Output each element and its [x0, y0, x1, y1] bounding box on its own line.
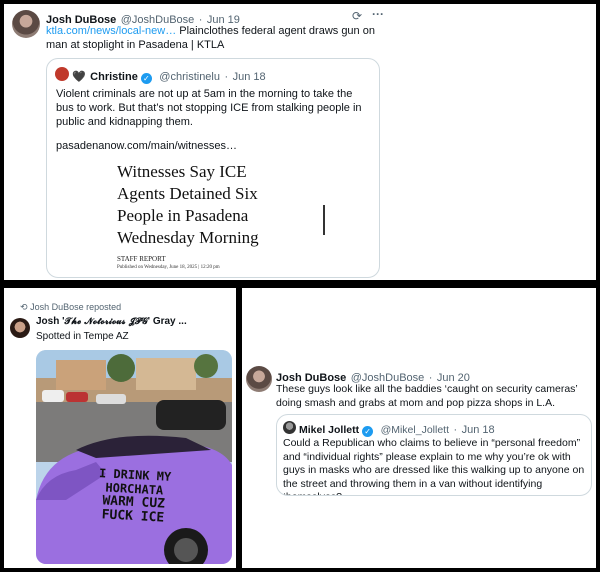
quote-link[interactable]: pasadenanow.com/main/witnesses… — [56, 139, 237, 153]
article-byline: STAFF REPORT — [117, 255, 166, 263]
more-icon[interactable]: ··· — [372, 7, 384, 21]
separator: · — [453, 424, 458, 436]
quote-date: Jun 18 — [461, 424, 495, 436]
article-published: Published on Wednesday, June 18, 2025 | … — [117, 265, 220, 270]
quote-author-handle: @Mikel_Jollett — [380, 424, 449, 436]
quote-avatar — [283, 421, 296, 434]
avatar[interactable] — [246, 366, 272, 392]
quote-text: Violent criminals are not up at 5am in t… — [56, 88, 362, 128]
tweet-text: Spotted in Tempe AZ — [36, 331, 129, 342]
separator: · — [224, 71, 229, 83]
heart-icon: 🖤 — [72, 71, 86, 83]
article-link[interactable]: ktla.com/news/local-new… — [46, 25, 176, 37]
tweet-text: ktla.com/news/local-new… Plainclothes fe… — [46, 25, 375, 51]
car-decal-text: I DRINK MY HORCHATA WARM CUZ FUCK ICE — [98, 466, 172, 526]
quote-avatar — [55, 67, 69, 81]
quote-header: 🖤 Christine ✓ @christinelu · Jun 18 — [72, 67, 266, 85]
author-name[interactable]: Josh '𝓣𝓱𝓮 𝓝𝓸𝓽𝓸𝓻𝓲𝓸𝓾𝓼 𝓙𝓟𝓖' Gray ... — [36, 316, 187, 327]
repost-icon: ⟲ — [20, 302, 28, 312]
verified-icon: ✓ — [362, 426, 374, 437]
grok-icon[interactable]: ⟳ — [352, 9, 362, 23]
repost-indicator: ⟲ Josh DuBose reposted — [20, 302, 121, 313]
quote-author-handle: @christinelu — [159, 71, 220, 83]
text-cursor — [323, 205, 325, 235]
quote-date: Jun 18 — [232, 71, 266, 83]
verified-icon: ✓ — [140, 73, 152, 84]
tweet-2[interactable]: ⟲ Josh DuBose reposted Josh '𝓣𝓱𝓮 𝓝𝓸𝓽𝓸𝓻𝓲𝓸… — [4, 288, 236, 568]
article-headline: Witnesses Say ICE Agents Detained Six Pe… — [117, 162, 259, 247]
repost-label[interactable]: Josh DuBose reposted — [30, 302, 121, 312]
tweet-1[interactable]: Josh DuBose @JoshDuBose · Jun 19 ⟳ ··· k… — [4, 4, 596, 280]
tweet-photo[interactable]: I DRINK MY HORCHATA WARM CUZ FUCK ICE — [36, 350, 232, 564]
quoted-tweet[interactable]: 🖤 Christine ✓ @christinelu · Jun 18 Viole… — [46, 58, 380, 278]
avatar[interactable] — [10, 318, 30, 338]
quote-author-name: Mikel Jollett — [299, 424, 360, 436]
quote-text: Could a Republican who claims to believe… — [283, 437, 585, 495]
quote-author-name: Christine — [90, 71, 138, 83]
tweet-3[interactable]: Josh DuBose @JoshDuBose · Jun 20 These g… — [242, 288, 596, 568]
quoted-tweet[interactable]: Mikel Jollett ✓ @Mikel_Jollett · Jun 18 C… — [276, 414, 592, 496]
tweet-text: These guys look like all the baddies ‘ca… — [276, 383, 578, 409]
avatar[interactable] — [12, 10, 40, 38]
article-preview-image[interactable]: Witnesses Say ICE Agents Detained Six Pe… — [117, 161, 317, 270]
quote-header: Mikel Jollett ✓ @Mikel_Jollett · Jun 18 — [299, 420, 495, 438]
